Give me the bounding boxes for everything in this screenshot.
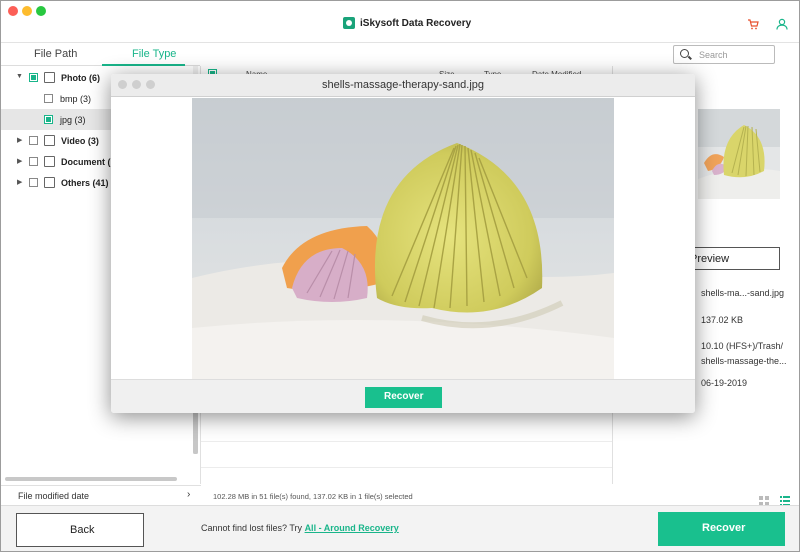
search-icon <box>680 49 689 58</box>
all-around-recovery-link[interactable]: All - Around Recovery <box>305 523 399 533</box>
sidebar-horizontal-scrollbar[interactable] <box>5 477 177 481</box>
preview-dialog-titlebar: shells-massage-therapy-sand.jpg <box>111 74 695 97</box>
recovery-hint-text: Cannot find lost files? Try <box>201 523 305 533</box>
cart-icon[interactable] <box>747 18 759 33</box>
tree-label-photo: Photo (6) <box>61 73 100 83</box>
back-button[interactable]: Back <box>16 513 144 547</box>
tree-label-document: Document ( <box>61 157 111 167</box>
photo-icon <box>44 72 55 83</box>
back-button-label: Back <box>70 524 95 536</box>
preview-dialog: shells-massage-therapy-sand.jpg Recover <box>111 74 695 413</box>
video-checkbox[interactable] <box>29 136 38 145</box>
chevron-right-icon[interactable]: ▶ <box>17 136 22 144</box>
tree-label-video: Video (3) <box>61 136 99 146</box>
detail-file-path: 10.10 (HFS+)/Trash/ <box>701 341 783 351</box>
recover-button-label: Recover <box>702 522 746 534</box>
detail-file-name: shells-ma...-sand.jpg <box>701 288 785 298</box>
title-bar: iSkysoft Data Recovery <box>1 1 799 43</box>
chevron-right-icon[interactable]: ▶ <box>17 178 22 186</box>
recovery-hint: Cannot find lost files? Try All - Around… <box>201 523 399 533</box>
file-modified-date-label: File modified date <box>18 491 90 501</box>
others-checkbox[interactable] <box>29 178 38 187</box>
chevron-down-icon[interactable]: ▼ <box>16 73 23 80</box>
app-title-text: iSkysoft Data Recovery <box>360 17 472 29</box>
chevron-right-icon[interactable]: ▶ <box>17 157 22 165</box>
photo-checkbox[interactable] <box>29 73 38 82</box>
jpg-checkbox[interactable] <box>44 115 53 124</box>
detail-file-size: 137.02 KB <box>701 315 744 325</box>
view-tabs: File Path File Type <box>1 44 200 66</box>
preview-file-name: shells-massage-therapy-sand.jpg <box>321 79 485 91</box>
chevron-right-icon: › <box>187 489 191 500</box>
preview-recover-label: Recover <box>384 391 424 402</box>
preview-button-label: Preview <box>690 253 730 265</box>
tree-label-jpg: jpg (3) <box>60 115 86 125</box>
close-window-button[interactable] <box>8 6 18 16</box>
account-icon[interactable] <box>776 17 788 30</box>
tree-label-bmp: bmp (3) <box>60 94 92 104</box>
app-window: iSkysoft Data Recovery File Path File Ty… <box>0 0 800 552</box>
bottom-bar: Back Cannot find lost files? Try All - A… <box>1 505 799 551</box>
preview-dialog-actions: Recover <box>111 379 695 413</box>
bmp-checkbox[interactable] <box>44 94 53 103</box>
others-icon <box>44 177 55 188</box>
recover-button[interactable]: Recover <box>658 512 785 546</box>
file-modified-date-filter[interactable]: File modified date › <box>1 485 201 505</box>
zoom-window-button[interactable] <box>36 6 46 16</box>
list-divider <box>201 467 612 468</box>
preview-recover-button[interactable]: Recover <box>365 387 442 408</box>
preview-image <box>192 98 614 380</box>
list-divider <box>201 441 612 442</box>
list-view-icon[interactable] <box>780 493 790 506</box>
document-icon <box>44 156 55 167</box>
document-checkbox[interactable] <box>29 157 38 166</box>
tab-file-path[interactable]: File Path <box>34 48 77 60</box>
app-title: iSkysoft Data Recovery <box>343 17 471 29</box>
minimize-window-button[interactable] <box>22 6 32 16</box>
status-text: 102.28 MB in 51 file(s) found, 137.02 KB… <box>213 492 413 501</box>
detail-file-path-cont: shells-massage-the... <box>701 356 787 366</box>
tab-file-type[interactable]: File Type <box>132 48 176 60</box>
status-bar: 102.28 MB in 51 file(s) found, 137.02 KB… <box>201 489 799 505</box>
app-logo-icon <box>343 17 355 29</box>
search-input[interactable]: Search <box>673 45 775 64</box>
tree-label-others: Others (41) <box>61 178 109 188</box>
video-icon <box>44 135 55 146</box>
grid-view-icon[interactable] <box>759 493 769 506</box>
detail-file-date: 06-19-2019 <box>701 378 748 388</box>
search-placeholder: Search <box>699 50 728 60</box>
preview-thumbnail <box>698 109 780 199</box>
